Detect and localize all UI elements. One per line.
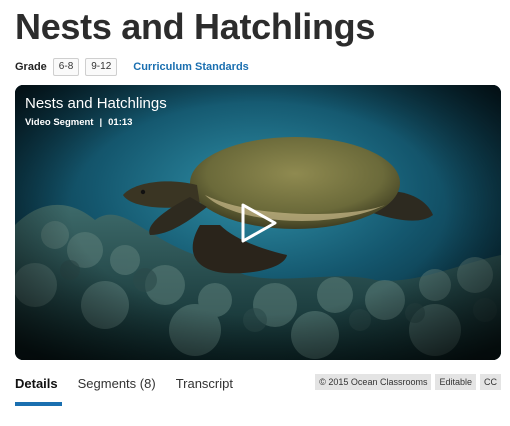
play-icon[interactable] xyxy=(237,201,279,245)
video-duration: 01:13 xyxy=(108,117,133,128)
editable-badge: Editable xyxy=(435,374,476,390)
grade-label: Grade xyxy=(15,61,47,73)
video-meta-separator: | xyxy=(99,117,103,128)
tab-bar: Details Segments (8) Transcript xyxy=(15,368,253,406)
video-meta: Video Segment | 01:13 xyxy=(25,117,132,128)
tab-transcript[interactable]: Transcript xyxy=(176,368,233,406)
grade-row: Grade 6-8 9-12 Curriculum Standards xyxy=(15,57,249,77)
cc-badge: CC xyxy=(480,374,501,390)
grade-chip-9-12[interactable]: 9-12 xyxy=(85,58,118,76)
page-title: Nests and Hatchlings xyxy=(15,6,376,47)
video-player[interactable]: Nests and Hatchlings Video Segment | 01:… xyxy=(15,85,501,360)
video-title: Nests and Hatchlings xyxy=(25,95,167,112)
meta-badges: © 2015 Ocean Classrooms Editable CC xyxy=(315,374,501,390)
video-type: Video Segment xyxy=(25,117,94,128)
tab-details[interactable]: Details xyxy=(15,368,62,406)
curriculum-standards-link[interactable]: Curriculum Standards xyxy=(133,61,249,73)
copyright-badge: © 2015 Ocean Classrooms xyxy=(315,374,432,390)
grade-chip-6-8[interactable]: 6-8 xyxy=(52,58,80,76)
tab-segments[interactable]: Segments (8) xyxy=(78,368,156,406)
